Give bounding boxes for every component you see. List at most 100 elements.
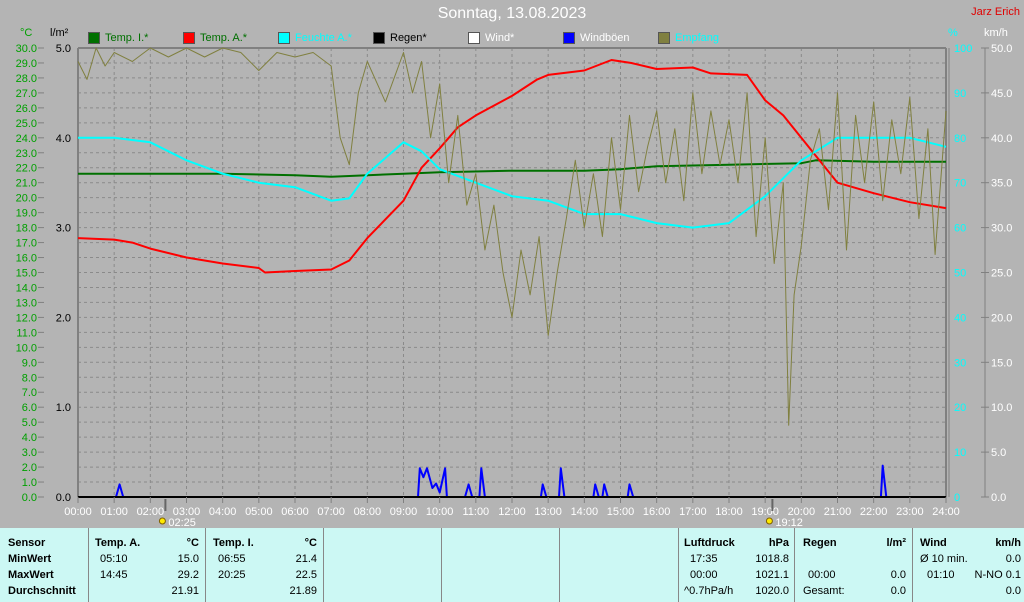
celsius-tick-label: 7.0 xyxy=(22,387,37,399)
x-tick-label: 14:00 xyxy=(571,506,599,518)
legend-label: Windböen xyxy=(580,32,630,44)
legend-label: Empfang xyxy=(675,32,720,44)
stats-panel: Sensor MinWert MaxWert Durchschnitt Temp… xyxy=(0,528,1024,602)
pressure-header: Luftdruck xyxy=(684,537,735,549)
legend-swatch xyxy=(563,32,575,44)
x-tick-label: 06:00 xyxy=(281,506,309,518)
speed-tick-label: 35.0 xyxy=(991,178,1012,190)
pressure-r1-right: 1018.8 xyxy=(755,553,789,565)
rain-unit-cell: l/m² xyxy=(886,537,906,549)
wind-r3-right: 0.0 xyxy=(1005,585,1021,597)
temp-a-avg: 21.91 xyxy=(171,585,199,597)
celsius-tick-label: 1.0 xyxy=(22,477,37,489)
speed-tick-label: 45.0 xyxy=(991,88,1012,100)
rain-r2-right: 0.0 xyxy=(890,569,906,581)
rain-header: Regen xyxy=(803,537,837,549)
temp-i-max-time: 20:25 xyxy=(218,569,246,581)
celsius-tick-label: 24.0 xyxy=(16,133,37,145)
wind-r2-left: 01:10 xyxy=(927,569,955,581)
row-label-max: MaxWert xyxy=(8,569,54,581)
x-tick-label: 07:00 xyxy=(317,506,345,518)
speed-tick-label: 10.0 xyxy=(991,402,1012,414)
x-tick-label: 05:00 xyxy=(245,506,273,518)
wind-r1-right: 0.0 xyxy=(1005,553,1021,565)
temp-a-min: 15.0 xyxy=(177,553,199,565)
celsius-tick-label: 22.0 xyxy=(16,163,37,175)
pressure-unit: hPa xyxy=(768,537,789,549)
pressure-r2-right: 1021.1 xyxy=(755,569,789,581)
legend-swatch xyxy=(658,32,670,44)
celsius-tick-label: 2.0 xyxy=(22,462,37,474)
temp-a-max: 29.2 xyxy=(177,569,199,581)
x-tick-label: 12:00 xyxy=(498,506,526,518)
wind-r2-right: N-NO 0.1 xyxy=(974,569,1021,581)
legend-label: Temp. I.* xyxy=(105,32,149,44)
speed-tick-label: 30.0 xyxy=(991,223,1012,235)
x-tick-label: 23:00 xyxy=(896,506,924,518)
celsius-tick-label: 21.0 xyxy=(16,178,37,190)
temp-i-unit: °C xyxy=(304,537,317,549)
temp-a-min-time: 05:10 xyxy=(100,553,128,565)
celsius-tick-label: 20.0 xyxy=(16,193,37,205)
celsius-tick-label: 11.0 xyxy=(16,327,37,339)
x-tick-label: 00:00 xyxy=(64,506,92,518)
celsius-tick-label: 17.0 xyxy=(16,238,37,250)
celsius-tick-label: 28.0 xyxy=(16,73,37,85)
percent-tick-label: 10 xyxy=(954,447,966,459)
celsius-tick-label: 18.0 xyxy=(16,223,37,235)
x-tick-label: 02:00 xyxy=(137,506,165,518)
celsius-tick-label: 3.0 xyxy=(22,447,37,459)
legend-label: Regen* xyxy=(390,32,427,44)
legend-swatch xyxy=(373,32,385,44)
rain-unit: l/m² xyxy=(50,27,69,39)
wind-unit: km/h xyxy=(995,537,1021,549)
rain-total-label: Gesamt: xyxy=(803,585,845,597)
x-tick-label: 15:00 xyxy=(607,506,635,518)
temp-i-max: 22.5 xyxy=(295,569,317,581)
legend-item: Temp. I.* xyxy=(88,31,148,45)
legend-item: Wind* xyxy=(468,31,514,45)
percent-unit: % xyxy=(948,27,958,39)
temp-a-unit: °C xyxy=(186,537,199,549)
legend-item: Temp. A.* xyxy=(183,31,247,45)
x-tick-label: 13:00 xyxy=(534,506,562,518)
rain-tick-label: 3.0 xyxy=(56,223,71,235)
temp-i-min: 21.4 xyxy=(295,553,317,565)
rain-tick-label: 5.0 xyxy=(56,43,71,55)
celsius-tick-label: 19.0 xyxy=(16,208,37,220)
celsius-tick-label: 8.0 xyxy=(22,372,37,384)
pressure-r3-right: 1020.0 xyxy=(755,585,789,597)
legend-label: Temp. A.* xyxy=(200,32,248,44)
marker-icon xyxy=(158,517,166,525)
celsius-tick-label: 27.0 xyxy=(16,88,37,100)
celsius-tick-label: 25.0 xyxy=(16,118,37,130)
x-tick-label: 22:00 xyxy=(860,506,888,518)
temp-a-header: Temp. A. xyxy=(95,537,141,549)
x-tick-label: 18:00 xyxy=(715,506,743,518)
x-tick-label: 21:00 xyxy=(824,506,852,518)
x-tick-label: 24:00 xyxy=(932,506,960,518)
chart-title: Sonntag, 13.08.2023 xyxy=(437,5,587,22)
celsius-tick-label: 6.0 xyxy=(22,402,37,414)
celsius-tick-label: 10.0 xyxy=(16,342,37,354)
wind-header: Wind xyxy=(920,537,947,549)
marker-label: 02:25 xyxy=(168,517,196,528)
percent-tick-label: 40 xyxy=(954,312,966,324)
speed-tick-label: 25.0 xyxy=(991,268,1012,280)
temp-i-header: Temp. I. xyxy=(213,537,254,549)
percent-tick-label: 50 xyxy=(954,268,966,280)
speed-tick-label: 15.0 xyxy=(991,357,1012,369)
temp-i-avg: 21.89 xyxy=(289,585,317,597)
legend-swatch xyxy=(88,32,100,44)
speed-tick-label: 50.0 xyxy=(991,43,1012,55)
percent-tick-label: 100 xyxy=(954,43,972,55)
percent-tick-label: 20 xyxy=(954,402,966,414)
x-tick-label: 17:00 xyxy=(679,506,707,518)
rain-tick-label: 1.0 xyxy=(56,402,71,414)
celsius-tick-label: 5.0 xyxy=(22,417,37,429)
percent-tick-label: 0 xyxy=(954,492,960,504)
legend-item: Regen* xyxy=(373,31,427,45)
percent-tick-label: 30 xyxy=(954,357,966,369)
pressure-trend: ^0.7hPa/h xyxy=(684,585,734,597)
author-label: Jarz Erich xyxy=(971,6,1020,18)
